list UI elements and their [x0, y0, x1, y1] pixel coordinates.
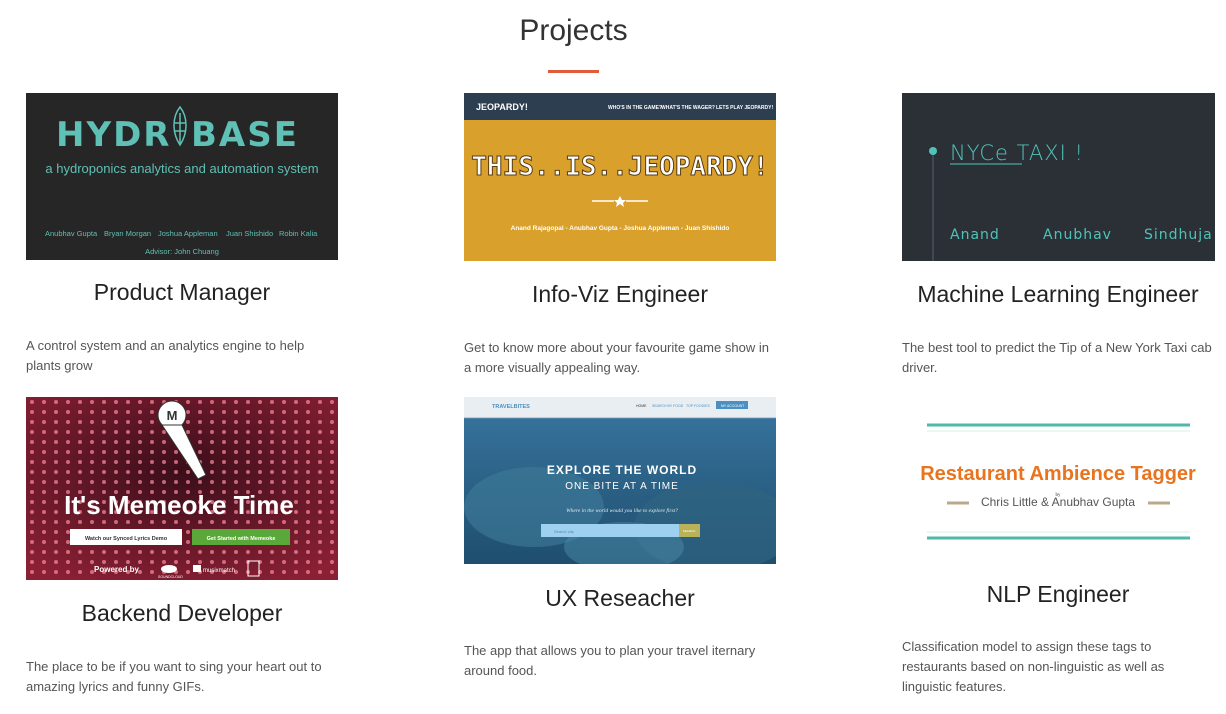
jeopardy-thumbnail-art: JEOPARDY! WHO'S IN THE GAME? WHAT'S THE … — [464, 93, 776, 232]
hydrobase-thumbnail-art: HYDR BASE a hydroponics analytics and au… — [45, 105, 319, 256]
section-title: Projects — [519, 14, 628, 47]
taxi-name: Anubhav — [1043, 227, 1112, 243]
hydrobase-name: Anubhav Gupta — [45, 229, 98, 238]
travelbites-nav-item: HOME — [636, 404, 647, 408]
project-description: A control system and an analytics engine… — [26, 338, 305, 373]
project-thumbnail[interactable]: NYCe TAXI ! Anand Anubhav Sindhuja — [902, 93, 1215, 261]
star-icon — [614, 196, 626, 207]
jeopardy-headline: THIS..IS..JEOPARDY! — [471, 152, 768, 182]
jeopardy-brand: JEOPARDY! — [476, 102, 528, 112]
nlp-title: Restaurant Ambience Tagger — [920, 463, 1196, 485]
jeopardy-nav-item: WHO'S IN THE GAME? — [608, 105, 662, 111]
travelbites-nav-item: SEARCH BY FOOD — [652, 404, 684, 408]
taxi-thumbnail-art: NYCe TAXI ! Anand Anubhav Sindhuja — [929, 141, 1213, 261]
project-role: Info-Viz Engineer — [531, 281, 708, 307]
hydrobase-name: Juan Shishido — [226, 229, 273, 238]
svg-text:M: M — [167, 408, 178, 423]
partner-soundcloud: SOUNDCLOUD — [158, 575, 183, 579]
hydrobase-name: Robin Kalia — [279, 229, 318, 238]
memeoke-demo-label: Watch our Synced Lyrics Demo — [85, 536, 168, 542]
project-thumbnail[interactable]: Restaurant Ambience Tagger by Chris Litt… — [902, 410, 1215, 550]
travelbites-search-placeholder: Search city — [554, 529, 574, 534]
taxi-title: NYCe TAXI ! — [950, 141, 1084, 165]
taxi-name: Sindhuja — [1144, 227, 1213, 243]
taxi-name: Anand — [950, 227, 1000, 243]
memeoke-start-label: Get Started with Memeoke — [207, 536, 276, 542]
project-thumbnail[interactable]: HYDR BASE a hydroponics analytics and au… — [26, 93, 338, 260]
travelbites-search-label: SEARCH — [683, 529, 696, 533]
musixmatch-icon — [193, 565, 201, 572]
hydrobase-name: Bryan Morgan — [104, 229, 151, 238]
project-role: UX Reseacher — [545, 585, 695, 611]
travelbites-nav-item: TOP FOODIES — [686, 404, 710, 408]
project-role: Product Manager — [93, 279, 271, 305]
travelbites-prompt: Where in the world would you like to exp… — [566, 507, 678, 514]
travelbites-nav-item: MY ACCOUNT — [721, 404, 745, 408]
jeopardy-credits: Anand Rajagopal - Anubhav Gupta - Joshua… — [511, 225, 730, 232]
leaf-tower-icon — [173, 105, 187, 147]
travelbites-headline: EXPLORE THE WORLD — [547, 463, 697, 477]
travelbites-brand: TRAVELBITES — [492, 404, 530, 410]
project-thumbnail[interactable]: TRAVELBITES HOME SEARCH BY FOOD TOP FOOD… — [464, 397, 776, 564]
travelbites-thumbnail-art: TRAVELBITES HOME SEARCH BY FOOD TOP FOOD… — [464, 397, 776, 564]
jeopardy-nav-item: LETS PLAY JEOPARDY! — [716, 105, 773, 111]
project-role: Backend Developer — [81, 600, 283, 626]
project-thumbnail[interactable]: JEOPARDY! WHO'S IN THE GAME? WHAT'S THE … — [464, 93, 776, 261]
memeoke-thumbnail-art: M It's Memeoke Time Watch our Synced Lyr… — [26, 397, 338, 580]
project-description: The app that allows you to plan your tra… — [464, 643, 756, 678]
project-description: The place to be if you want to sing your… — [26, 659, 322, 694]
hydrobase-advisor: Advisor: John Chuang — [145, 247, 219, 256]
partner-musixmatch: musixmatch — [203, 568, 235, 574]
hydrobase-name: Joshua Appleman — [158, 229, 218, 238]
project-description: The best tool to predict the Tip of a Ne… — [902, 340, 1212, 375]
travelbites-subhead: ONE BITE AT A TIME — [565, 481, 679, 492]
project-description: Classification model to assign these tag… — [902, 639, 1165, 694]
project-role: Machine Learning Engineer — [917, 281, 1199, 307]
memeoke-powered-by: Powered by — [94, 565, 139, 574]
project-role: NLP Engineer — [986, 581, 1130, 607]
project-description: Get to know more about your favourite ga… — [464, 340, 769, 375]
hydrobase-tagline: a hydroponics analytics and automation s… — [45, 161, 318, 176]
memeoke-headline: It's Memeoke Time — [64, 490, 294, 520]
nlp-thumbnail-art: Restaurant Ambience Tagger by Chris Litt… — [920, 423, 1196, 540]
title-underline — [548, 70, 599, 73]
project-thumbnail[interactable]: M It's Memeoke Time Watch our Synced Lyr… — [26, 397, 338, 580]
soundcloud-icon — [161, 565, 177, 573]
nlp-authors: Chris Little & Anubhav Gupta — [981, 495, 1135, 509]
jeopardy-nav-item: WHAT'S THE WAGER? — [661, 105, 715, 111]
hydrobase-logo-left: HYDR — [56, 115, 171, 155]
hydrobase-logo-right: BASE — [191, 115, 299, 155]
